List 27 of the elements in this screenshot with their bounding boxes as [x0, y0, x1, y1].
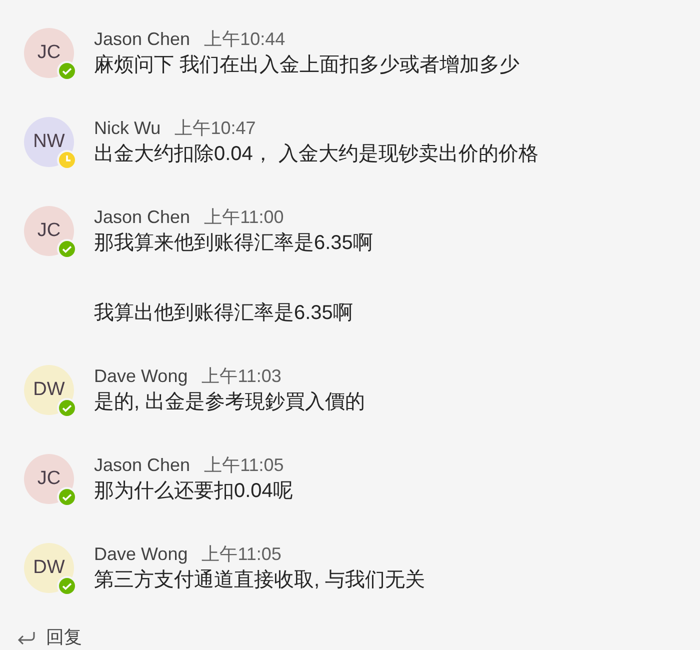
message-text: 那为什么还要扣0.04呢: [94, 479, 293, 504]
author-name: Dave Wong: [94, 365, 188, 388]
author-name: Jason Chen: [94, 454, 190, 477]
reply-button[interactable]: 回复: [0, 624, 700, 650]
message-text: 我算出他到账得汇率是6.35啊: [94, 301, 354, 326]
reply-arrow-icon: [16, 630, 36, 644]
avatar[interactable]: JC: [24, 454, 74, 504]
message-time: 上午11:05: [204, 454, 284, 477]
avatar[interactable]: DW: [24, 365, 74, 415]
message-time: 上午10:44: [204, 28, 286, 51]
message-text: 是的, 出金是参考現鈔買入價的: [94, 390, 366, 415]
avatar[interactable]: JC: [24, 28, 74, 78]
author-name: Jason Chen: [94, 206, 190, 229]
message-time: 上午10:47: [174, 117, 256, 140]
message-time: 上午11:00: [204, 206, 284, 229]
avatar[interactable]: JC: [24, 206, 74, 256]
avatar[interactable]: NW: [24, 117, 74, 167]
author-name: Nick Wu: [94, 117, 161, 140]
avatar[interactable]: DW: [24, 543, 74, 593]
message-text: 麻烦问下 我们在出入金上面扣多少或者增加多少: [94, 53, 520, 78]
message-time: 上午11:05: [202, 543, 282, 566]
message-text: 出金大约扣除0.04， 入金大约是现钞卖出价的价格: [94, 142, 538, 167]
message-time: 上午11:03: [202, 365, 282, 388]
author-name: Jason Chen: [94, 28, 190, 51]
message-text: 那我算来他到账得汇率是6.35啊: [94, 231, 373, 256]
author-name: Dave Wong: [94, 543, 188, 566]
message-text: 第三方支付通道直接收取, 与我们无关: [94, 568, 426, 593]
